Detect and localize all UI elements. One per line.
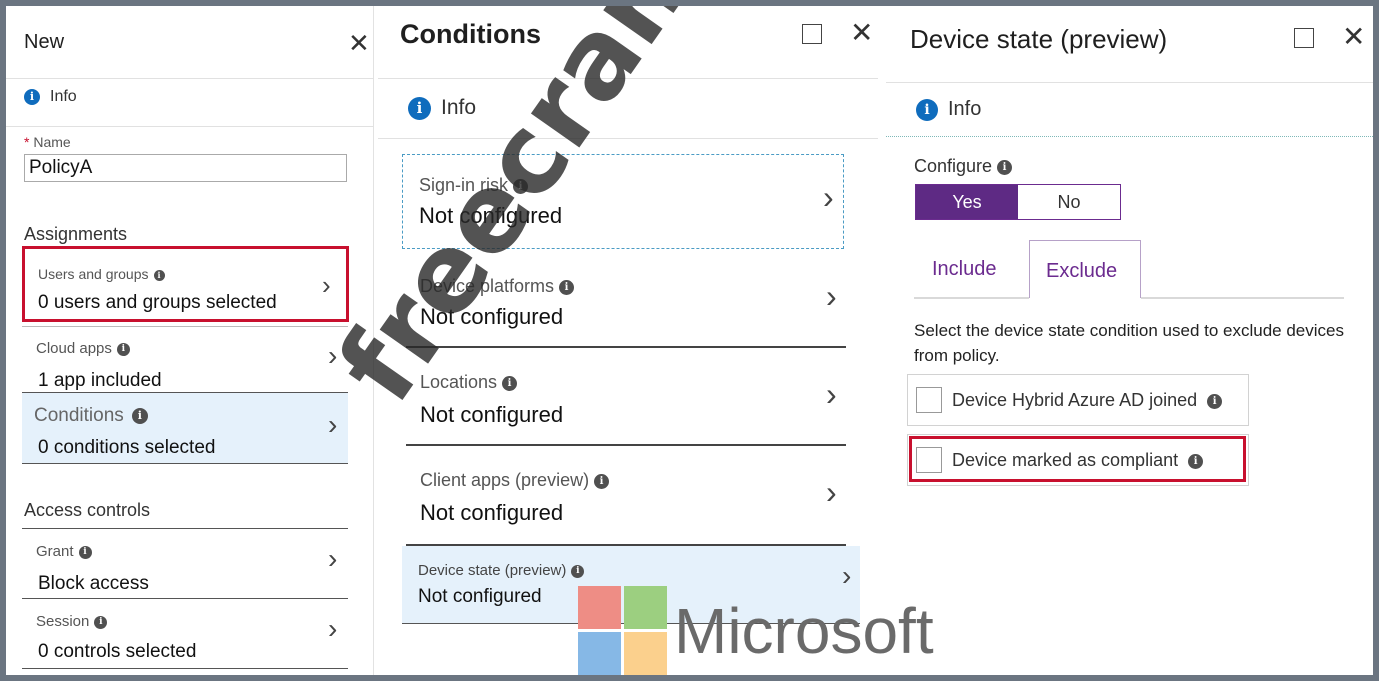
blade-title-new: New (24, 31, 65, 53)
device-platforms-value: Not configured (420, 304, 564, 329)
info-icon: i (997, 159, 1013, 175)
chevron-right-icon: › (826, 376, 837, 412)
conditions-value: 0 conditions selected (38, 437, 216, 458)
close-icon[interactable]: ✕ (850, 19, 873, 47)
device-platforms-label: Device platforms (420, 276, 555, 296)
chevron-right-icon: › (328, 409, 338, 440)
screenshot-frame: New ✕ i Info * Name Assignments Users an… (6, 6, 1373, 675)
info-icon: i (94, 615, 108, 629)
grant-item[interactable]: Grant i Block access › (22, 529, 348, 597)
info-icon: i (408, 96, 431, 120)
condition-device-platforms[interactable]: Device platforms i Not configured › (402, 250, 844, 346)
info-icon: i (78, 545, 92, 559)
session-label: Session (36, 613, 90, 630)
configure-label: Configure i (914, 156, 1013, 177)
grant-label: Grant (36, 543, 74, 560)
session-value: 0 controls selected (38, 641, 197, 662)
client-apps-label: Client apps (preview) (420, 470, 590, 490)
info-link[interactable]: i Info (24, 88, 77, 106)
exclude-description: Select the device state condition used t… (914, 321, 1344, 365)
microsoft-wordmark: Microsoft (674, 595, 934, 667)
blade-title-conditions: Conditions (400, 19, 541, 49)
grant-value: Block access (38, 573, 149, 594)
info-icon: i (513, 178, 529, 194)
hybrid-checkbox[interactable] (916, 387, 942, 413)
device-state-blade: Device state (preview) ✕ i Info Configur… (886, 6, 1373, 675)
info-label: Info (441, 96, 477, 119)
info-icon: i (24, 89, 40, 105)
info-label: Info (50, 88, 77, 105)
highlight-device-compliant (909, 436, 1246, 482)
configure-toggle[interactable]: Yes No (915, 184, 1121, 220)
close-icon[interactable]: ✕ (1342, 23, 1365, 51)
info-icon: i (916, 98, 938, 121)
conditions-item-selected[interactable]: Conditions i 0 conditions selected › (22, 393, 348, 463)
info-link[interactable]: i Info (408, 96, 476, 120)
close-icon[interactable]: ✕ (348, 30, 370, 56)
sign-in-risk-value: Not configured (419, 203, 563, 228)
access-controls-heading: Access controls (24, 500, 151, 520)
info-label: Info (948, 98, 982, 120)
microsoft-logo: Microsoft (578, 586, 978, 675)
new-policy-blade: New ✕ i Info * Name Assignments Users an… (6, 6, 374, 675)
tab-exclude-active[interactable]: Exclude (1029, 240, 1141, 298)
cloud-apps-label: Cloud apps (36, 340, 112, 357)
info-icon: i (594, 473, 610, 489)
device-state-label: Device state (preview) (418, 562, 567, 579)
device-state-value: Not configured (418, 586, 542, 607)
condition-locations[interactable]: Locations i Not configured › (402, 348, 844, 444)
condition-client-apps[interactable]: Client apps (preview) i Not configured › (402, 446, 844, 544)
option-hybrid-text: Device Hybrid Azure AD joined i (952, 390, 1223, 411)
tab-exclude-label: Exclude (1046, 260, 1118, 282)
chevron-right-icon: › (826, 474, 837, 510)
condition-sign-in-risk[interactable]: Sign-in risk i Not configured › (402, 154, 844, 249)
logo-square-red (578, 586, 621, 629)
info-icon: i (1207, 393, 1223, 409)
info-icon: i (559, 279, 575, 295)
toggle-yes[interactable]: Yes (916, 185, 1018, 219)
info-icon: i (571, 564, 585, 578)
maximize-icon[interactable] (1294, 28, 1314, 48)
tab-include[interactable]: Include (932, 258, 997, 281)
chevron-right-icon: › (823, 179, 834, 215)
chevron-right-icon: › (328, 613, 338, 644)
conditions-blade: Conditions ✕ i Info Sign-in risk i Not co… (378, 6, 878, 675)
conditions-label: Conditions (34, 405, 124, 426)
info-icon: i (131, 407, 148, 424)
blade-title-device-state: Device state (preview) (910, 24, 1168, 54)
chevron-right-icon: › (328, 340, 338, 371)
toggle-no[interactable]: No (1018, 185, 1120, 219)
logo-square-green (624, 586, 667, 629)
info-icon: i (502, 375, 518, 391)
info-link[interactable]: i Info (916, 98, 981, 121)
logo-square-yellow (624, 632, 667, 675)
chevron-right-icon: › (826, 278, 837, 314)
locations-label: Locations (420, 372, 498, 392)
client-apps-value: Not configured (420, 500, 564, 525)
highlight-users-groups (22, 246, 349, 322)
name-input[interactable] (24, 154, 347, 182)
name-field-label: * Name (24, 134, 71, 150)
assignments-heading: Assignments (24, 224, 128, 244)
cloud-apps-value: 1 app included (38, 370, 162, 391)
locations-value: Not configured (420, 402, 564, 427)
maximize-icon[interactable] (802, 24, 822, 44)
cloud-apps-item[interactable]: Cloud apps i 1 app included › (22, 326, 348, 394)
chevron-right-icon: › (328, 543, 338, 574)
include-exclude-tabs: Include Exclude (914, 240, 1344, 299)
session-item[interactable]: Session i 0 controls selected › (22, 599, 348, 669)
logo-square-blue (578, 632, 621, 675)
sign-in-risk-label: Sign-in risk (419, 175, 509, 195)
info-icon: i (116, 342, 130, 356)
